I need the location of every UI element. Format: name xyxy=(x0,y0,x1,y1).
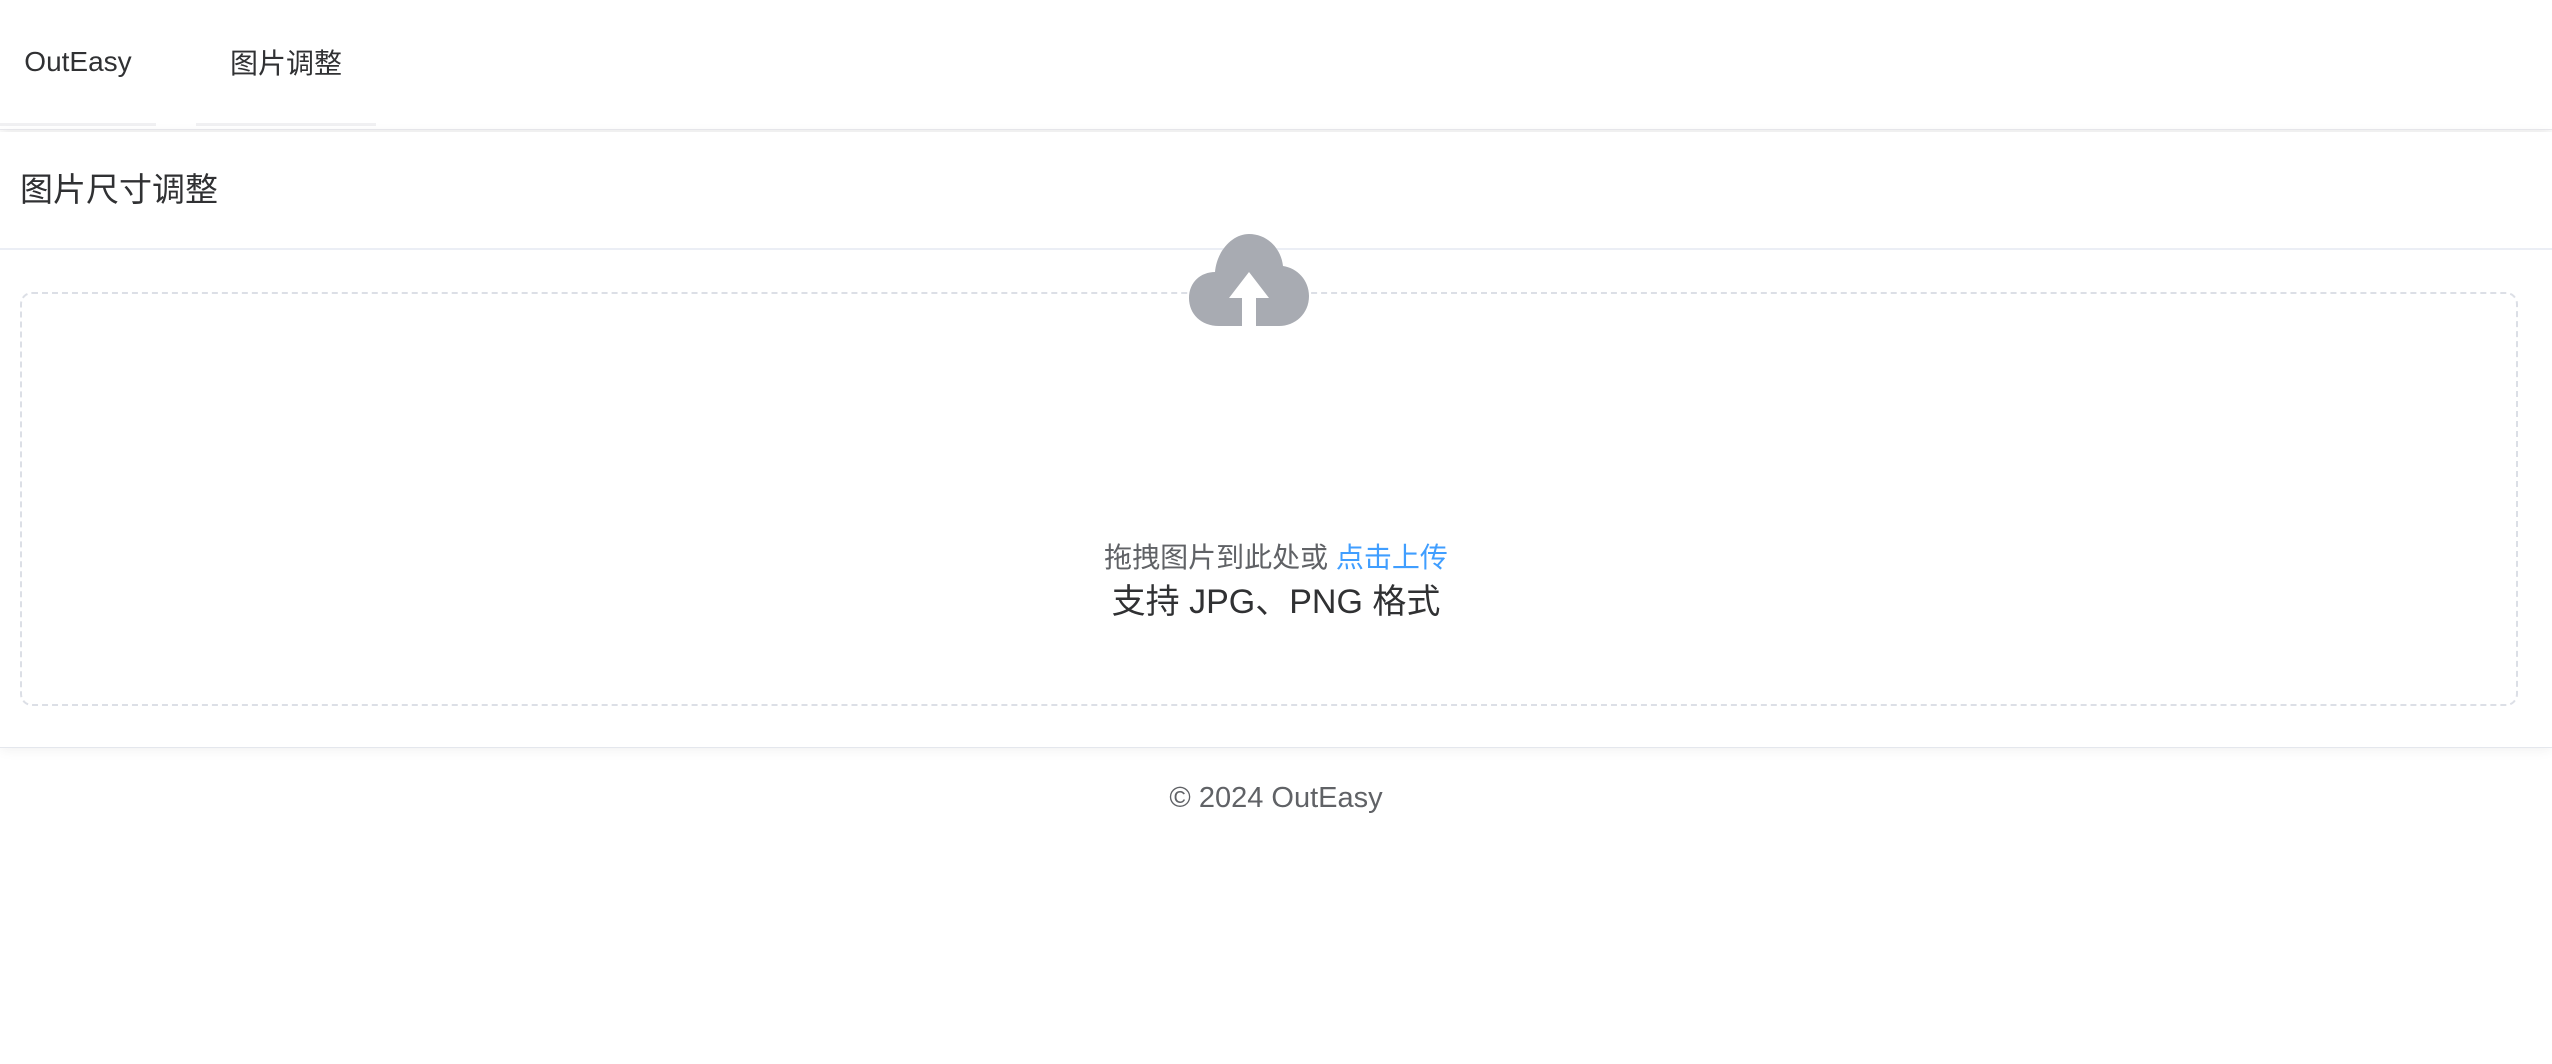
footer-copyright: © 2024 OutEasy xyxy=(1169,782,1383,814)
brand-label: OutEasy xyxy=(24,45,132,77)
top-nav: OutEasy 图片调整 xyxy=(0,0,2552,130)
upload-prompt: 拖拽图片到此处或 点击上传 xyxy=(0,538,2552,578)
nav-item-label: 图片调整 xyxy=(229,47,342,79)
upload-dropzone[interactable] xyxy=(20,292,2518,706)
card-header: 图片尺寸调整 xyxy=(0,132,2552,250)
brand-link[interactable]: OutEasy xyxy=(0,0,156,126)
cloud-upload-icon xyxy=(1189,234,1309,330)
click-upload-link[interactable]: 点击上传 xyxy=(1336,542,1448,573)
upload-format-tip: 支持 JPG、PNG 格式 xyxy=(1111,583,1441,621)
nav-item-image-adjust[interactable]: 图片调整 xyxy=(196,0,376,126)
page-title: 图片尺寸调整 xyxy=(20,171,218,208)
upload-prompt-text: 拖拽图片到此处或 xyxy=(1104,542,1329,573)
